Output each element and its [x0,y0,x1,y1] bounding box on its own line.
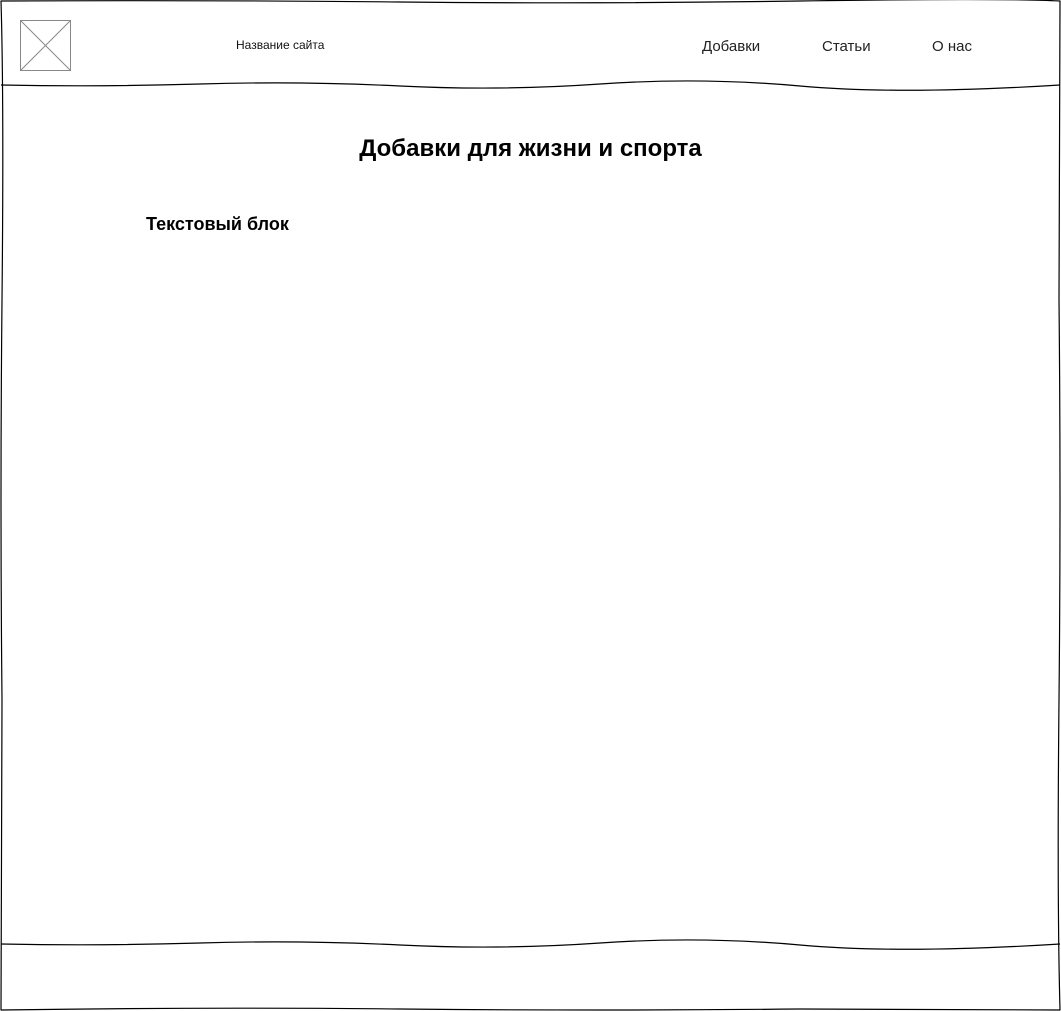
nav-link-about[interactable]: О нас [932,38,972,55]
nav-link-supplements[interactable]: Добавки [702,38,760,55]
footer-divider [0,939,1061,950]
header-divider [0,80,1061,91]
logo-image-placeholder[interactable] [20,20,71,71]
page-title: Добавки для жизни и спорта [359,135,702,162]
text-block-heading: Текстовый блок [146,214,289,234]
nav-link-articles[interactable]: Статьи [822,38,871,55]
image-placeholder-icon [20,20,71,71]
site-name[interactable]: Название сайта [236,38,324,52]
